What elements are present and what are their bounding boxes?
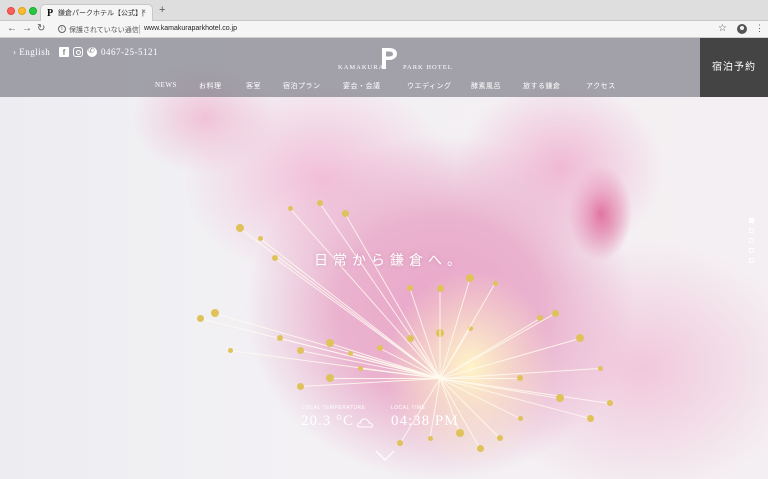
browser-tab-strip: P 鎌倉パークホテル【公式】| KA × + xyxy=(0,0,768,21)
flower-anther xyxy=(277,335,283,341)
minimize-window-button[interactable] xyxy=(18,7,26,15)
menu-dots-icon[interactable]: ⋮ xyxy=(755,23,764,34)
slide-dot[interactable] xyxy=(749,258,754,263)
temperature-value: 20.3 °C xyxy=(301,413,355,429)
english-link[interactable]: › English xyxy=(13,47,50,57)
flower-anther xyxy=(227,347,233,353)
flower-anther xyxy=(436,284,444,292)
flower-anther xyxy=(397,440,403,446)
flower-anther xyxy=(497,435,503,441)
new-tab-button[interactable]: + xyxy=(159,4,165,16)
nav-banquet[interactable]: 宴会・会議 xyxy=(343,81,381,91)
nav-stay-plans[interactable]: 宿泊プラン xyxy=(283,81,321,91)
address-bar: ← → ↻ i 保護されていない通信 www.kamakuraparkhotel… xyxy=(0,21,768,38)
url-field[interactable]: www.kamakuraparkhotel.co.jp xyxy=(144,25,237,32)
address-divider xyxy=(139,25,140,34)
security-status[interactable]: 保護されていない通信 xyxy=(69,25,139,35)
favicon-icon: P xyxy=(47,8,54,19)
nav-news[interactable]: NEWS xyxy=(155,81,177,89)
flower-anther xyxy=(341,209,349,217)
flower-filament xyxy=(439,288,441,379)
nav-wedding[interactable]: ウエディング xyxy=(407,81,452,91)
star-icon[interactable]: ☆ xyxy=(718,23,727,34)
slide-dot[interactable] xyxy=(749,218,754,223)
time-label: LOCAL TIME xyxy=(391,405,426,411)
forward-arrow-icon[interactable]: → xyxy=(22,23,32,34)
flower-anther xyxy=(466,274,474,282)
site-header: › English f 0467-25-5121 KAMAKURA PARK H… xyxy=(0,38,700,97)
close-window-button[interactable] xyxy=(7,7,15,15)
flower-filament xyxy=(299,378,441,387)
facebook-icon[interactable]: f xyxy=(59,47,69,57)
flower-anther xyxy=(211,309,219,317)
flower-filament xyxy=(439,378,591,419)
account-icon[interactable] xyxy=(737,24,747,34)
flower-filament xyxy=(440,378,520,379)
logo-text-park-hotel[interactable]: PARK HOTEL xyxy=(403,64,453,71)
slide-dot[interactable] xyxy=(749,228,754,233)
logo-text-kamakura[interactable]: KAMAKURA xyxy=(338,64,384,71)
flower-anther xyxy=(576,334,584,342)
reload-icon[interactable]: ↻ xyxy=(37,23,45,34)
flower-anther xyxy=(456,429,464,437)
flower-anther xyxy=(551,309,559,317)
flower-anther xyxy=(407,285,413,291)
flower-anther xyxy=(427,435,433,441)
browser-tab[interactable]: P 鎌倉パークホテル【公式】| KA × xyxy=(40,4,153,21)
flower-anther xyxy=(287,205,293,211)
nav-rooms[interactable]: 客室 xyxy=(246,81,261,91)
flower-anther xyxy=(196,314,204,322)
phone-icon[interactable] xyxy=(87,46,97,57)
flower-anther xyxy=(296,382,304,390)
slide-dot[interactable] xyxy=(749,248,754,253)
phone-number[interactable]: 0467-25-5121 xyxy=(101,47,158,57)
temperature-label: LOCAL TEMPERATURE xyxy=(302,405,366,411)
hero-section: › English f 0467-25-5121 KAMAKURA PARK H… xyxy=(0,38,768,479)
hero-catchcopy: 日常から鎌倉へ。 xyxy=(314,254,466,269)
nav-access[interactable]: アクセス xyxy=(586,81,616,91)
reserve-button[interactable]: 宿泊予約 xyxy=(700,38,768,97)
flower-anther xyxy=(607,400,613,406)
flower-anther xyxy=(377,345,383,351)
cloud-icon xyxy=(357,418,374,428)
nav-enzyme-bath[interactable]: 酵素風呂 xyxy=(471,81,501,91)
flower-anther xyxy=(597,365,603,371)
flower-anther xyxy=(257,235,263,241)
tab-close-icon[interactable]: × xyxy=(141,7,146,16)
flower-anther xyxy=(476,444,484,452)
instagram-icon[interactable] xyxy=(73,47,83,57)
flower-anther xyxy=(556,394,564,402)
maximize-window-button[interactable] xyxy=(29,7,37,15)
flower-anther xyxy=(326,374,334,382)
flower-anther xyxy=(357,365,363,371)
flower-anther xyxy=(406,334,414,342)
flower-anther xyxy=(517,415,523,421)
slide-dot[interactable] xyxy=(749,238,754,243)
scroll-down-chevron-icon[interactable] xyxy=(375,450,395,462)
flower-anther xyxy=(236,224,244,232)
nav-cuisine[interactable]: お料理 xyxy=(199,81,222,91)
time-value: 04:38 PM xyxy=(391,413,459,429)
flower-anther xyxy=(272,255,278,261)
flower-anther xyxy=(347,350,353,356)
flower-anther xyxy=(317,200,323,206)
flower-anther xyxy=(586,414,594,422)
info-icon[interactable]: i xyxy=(58,25,66,33)
flower-anther xyxy=(296,346,304,354)
back-arrow-icon[interactable]: ← xyxy=(7,23,17,34)
nav-travel-kamakura[interactable]: 旅する鎌倉 xyxy=(523,81,561,91)
slide-indicator xyxy=(749,218,755,268)
flower-filament xyxy=(330,378,440,379)
flower-anther xyxy=(492,280,498,286)
flower-anther xyxy=(326,339,334,347)
tab-title: 鎌倉パークホテル【公式】| KA xyxy=(58,10,144,17)
flower-anther xyxy=(517,375,523,381)
